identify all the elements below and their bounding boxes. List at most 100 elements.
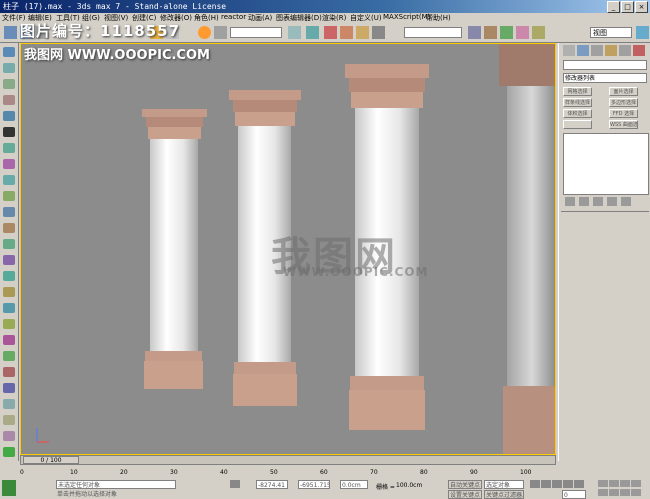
play-icon[interactable] [552, 480, 562, 488]
tool-icon[interactable] [3, 319, 15, 329]
tool-icon[interactable] [3, 447, 15, 457]
reference-coordinate-dropdown[interactable] [230, 27, 282, 38]
hierarchy-tab-icon[interactable] [591, 45, 603, 56]
tool-icon[interactable] [3, 111, 15, 121]
next-frame-icon[interactable] [563, 480, 573, 488]
tool-icon[interactable] [3, 207, 15, 217]
tool-icon[interactable] [3, 191, 15, 201]
field-of-view-icon[interactable] [598, 488, 608, 496]
material-editor-icon[interactable] [516, 26, 529, 39]
menu-maxscript[interactable]: MAXScript(M) [383, 13, 430, 21]
auto-key-button[interactable]: 自动关键点 [448, 480, 482, 489]
time-slider[interactable]: 0 / 100 [20, 455, 556, 465]
maximize-button[interactable]: □ [621, 1, 634, 13]
tool-icon[interactable] [3, 351, 15, 361]
tool-icon[interactable] [3, 127, 15, 137]
menu-help[interactable]: 帮助(H) [426, 13, 451, 23]
poly-select-button[interactable]: 多边形选择 [609, 98, 638, 107]
rotate-icon[interactable] [198, 26, 211, 39]
surface-select-button[interactable]: WSS 曲面选择 [609, 120, 638, 129]
tool-icon[interactable] [3, 303, 15, 313]
tool-icon[interactable] [3, 239, 15, 249]
tool-icon[interactable] [3, 223, 15, 233]
empty-modifier-button[interactable] [563, 120, 592, 129]
ffd-select-button[interactable]: FFD 选择 [609, 109, 638, 118]
zoom-extents-icon[interactable] [620, 480, 630, 487]
percent-snap-icon[interactable] [340, 26, 353, 39]
spinner-snap-icon[interactable] [356, 26, 369, 39]
lock-selection-icon[interactable] [230, 480, 240, 488]
tool-icon[interactable] [3, 335, 15, 345]
set-key-button[interactable]: 设置关键点 [448, 490, 482, 499]
utilities-tab-icon[interactable] [633, 45, 645, 56]
previous-frame-icon[interactable] [541, 480, 551, 488]
y-coordinate[interactable]: -6951.715 [298, 480, 330, 489]
tool-icon[interactable] [3, 383, 15, 393]
arc-rotate-icon[interactable] [620, 488, 630, 496]
perspective-viewport[interactable]: 我图网 WWW.OOOPIC.COM [20, 43, 556, 455]
tool-icon[interactable] [3, 399, 15, 409]
display-tab-icon[interactable] [619, 45, 631, 56]
z-coordinate[interactable]: 0.0cm [340, 480, 368, 489]
pin-stack-icon[interactable] [565, 197, 575, 206]
snaps-toggle-icon[interactable] [306, 26, 319, 39]
show-end-result-icon[interactable] [579, 197, 589, 206]
menu-customize[interactable]: 自定义(U) [350, 13, 382, 23]
mirror-icon[interactable] [372, 26, 385, 39]
x-coordinate[interactable]: -8274.41 [256, 480, 288, 489]
pan-icon[interactable] [609, 488, 619, 496]
minimize-button[interactable]: _ [607, 1, 620, 13]
maxscript-listener-icon[interactable] [2, 480, 16, 496]
pivot-icon[interactable] [288, 26, 301, 39]
go-to-start-icon[interactable] [530, 480, 540, 488]
angle-snap-icon[interactable] [324, 26, 337, 39]
tool-icon[interactable] [3, 95, 15, 105]
frame-counter[interactable]: 0 / 100 [23, 456, 79, 464]
named-selection-dropdown[interactable] [404, 27, 462, 38]
schematic-view-icon[interactable] [500, 26, 513, 39]
align-icon[interactable] [468, 26, 481, 39]
go-to-end-icon[interactable] [574, 480, 584, 488]
zoom-icon[interactable] [598, 480, 608, 487]
patch-select-button[interactable]: 面片选择 [609, 87, 638, 96]
current-frame-field[interactable]: 0 [562, 490, 586, 499]
zoom-all-icon[interactable] [609, 480, 619, 487]
tool-icon[interactable] [3, 79, 15, 89]
undo-icon[interactable] [4, 26, 17, 39]
quick-render-icon[interactable] [636, 26, 649, 39]
tool-icon[interactable] [3, 415, 15, 425]
create-tab-icon[interactable] [563, 45, 575, 56]
tool-icon[interactable] [3, 143, 15, 153]
remove-modifier-icon[interactable] [607, 197, 617, 206]
tool-icon[interactable] [3, 287, 15, 297]
close-button[interactable]: × [635, 1, 648, 13]
view-dropdown[interactable]: 视图 [590, 27, 632, 38]
scale-icon[interactable] [214, 26, 227, 39]
render-scene-icon[interactable] [532, 26, 545, 39]
motion-tab-icon[interactable] [605, 45, 617, 56]
tool-icon[interactable] [3, 159, 15, 169]
make-unique-icon[interactable] [593, 197, 603, 206]
key-filters-button[interactable]: 关键点过滤器... [484, 490, 524, 499]
modifier-list-dropdown[interactable]: 修改器列表 [563, 73, 647, 83]
modify-tab-icon[interactable] [577, 45, 589, 56]
tool-icon[interactable] [3, 431, 15, 441]
tool-icon[interactable] [3, 255, 15, 265]
menu-graph-editors[interactable]: 图表编辑器(D) [276, 13, 322, 23]
tool-icon[interactable] [3, 175, 15, 185]
menu-animation[interactable]: 动画(A) [248, 13, 272, 23]
modifier-stack[interactable] [563, 133, 649, 195]
volume-select-button[interactable]: 体积选择 [563, 109, 592, 118]
mesh-select-button[interactable]: 网格选择 [563, 87, 592, 96]
menu-reactor[interactable]: reactor [221, 13, 246, 21]
curve-editor-icon[interactable] [484, 26, 497, 39]
menu-rendering[interactable]: 渲染(R) [322, 13, 346, 23]
tool-icon[interactable] [3, 63, 15, 73]
zoom-extents-all-icon[interactable] [631, 480, 641, 487]
configure-sets-icon[interactable] [621, 197, 631, 206]
object-name-field[interactable] [563, 60, 647, 70]
menu-character[interactable]: 角色(H) [194, 13, 219, 23]
tool-icon[interactable] [3, 47, 15, 57]
tool-icon[interactable] [3, 367, 15, 377]
tool-icon[interactable] [3, 271, 15, 281]
